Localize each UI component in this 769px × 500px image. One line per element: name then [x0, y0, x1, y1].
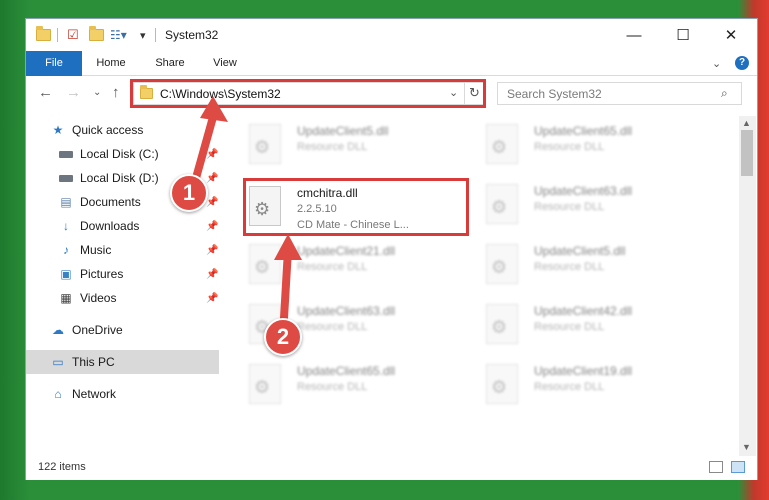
arrow-two — [280, 246, 292, 322]
arrow-one-head — [200, 96, 228, 122]
step-one-badge: 1 — [170, 174, 208, 212]
arrow-one — [192, 106, 219, 182]
arrow-two-head — [274, 234, 302, 260]
step-two-badge: 2 — [264, 318, 302, 356]
annotation-arrows — [192, 96, 302, 322]
